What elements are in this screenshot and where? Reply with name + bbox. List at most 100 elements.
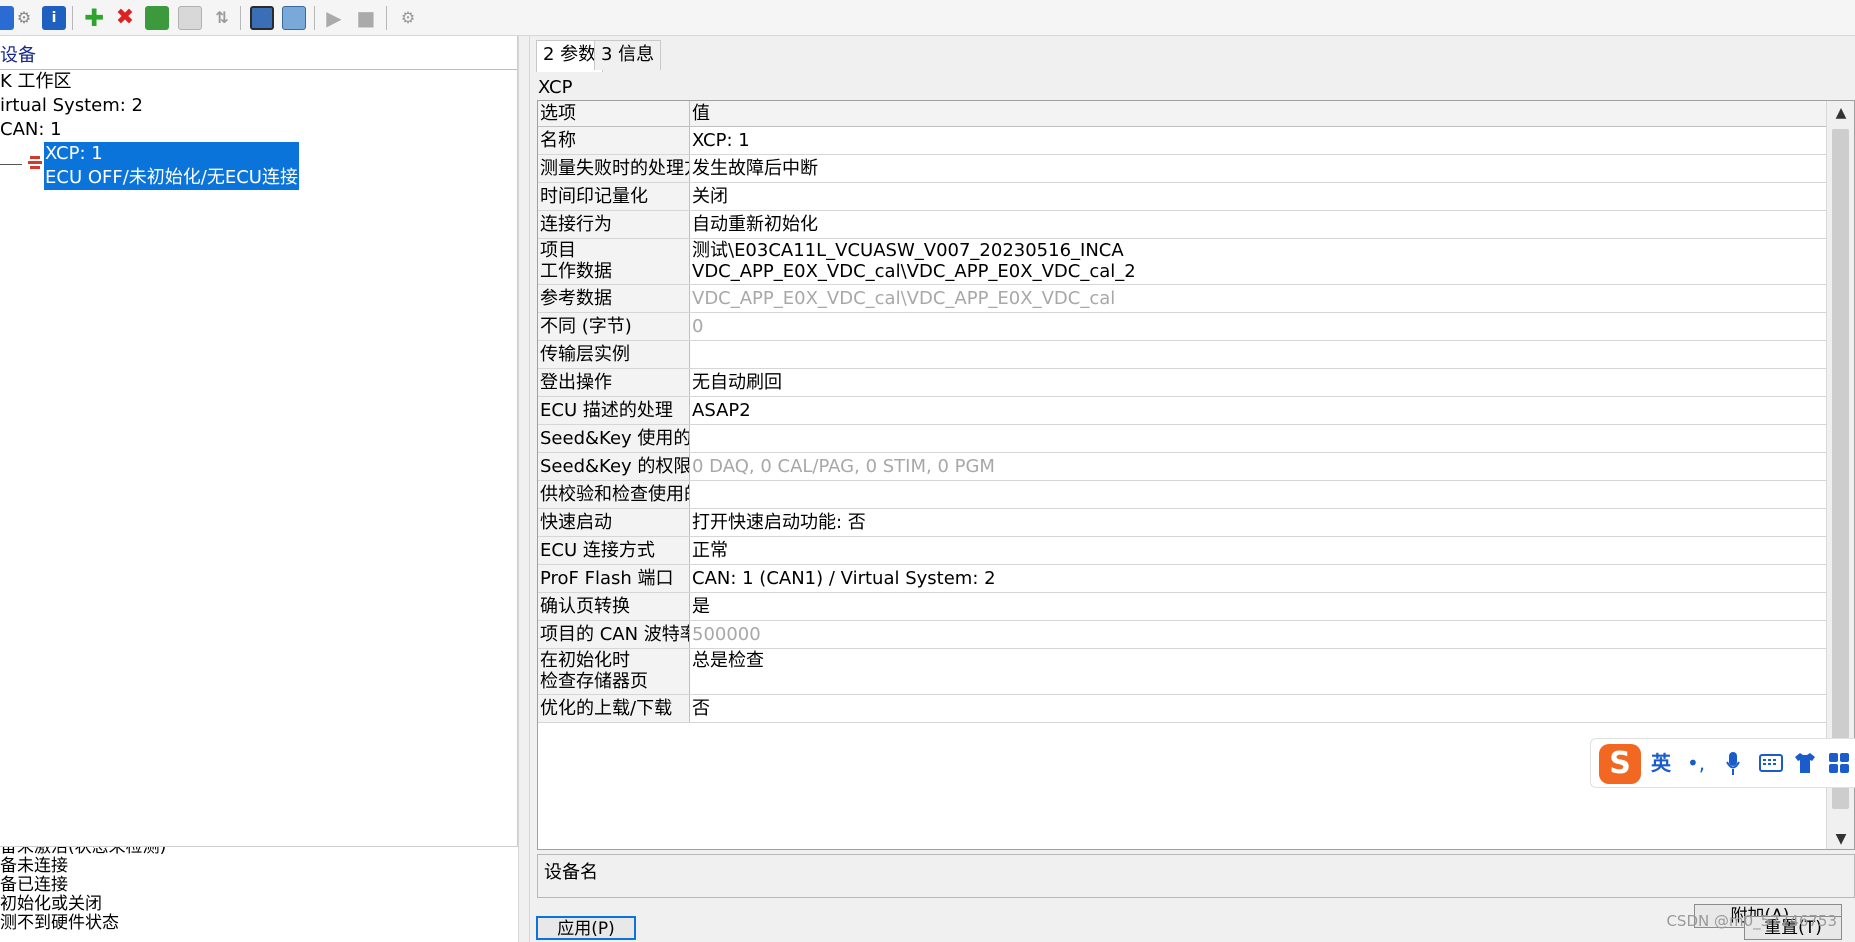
grid-row[interactable]: 登出操作 无自动刷回 bbox=[538, 369, 1826, 397]
value-confirm-page-switch[interactable]: 是 bbox=[691, 593, 1826, 620]
option-diff-bytes: 不同 (字节) bbox=[538, 313, 690, 340]
grid-row[interactable]: Seed&Key 使用的 bbox=[538, 425, 1826, 453]
disabled-module-icon[interactable] bbox=[178, 6, 202, 30]
info-icon[interactable]: i bbox=[42, 6, 66, 30]
workspace-icon[interactable] bbox=[250, 6, 274, 30]
add-icon[interactable]: ✚ bbox=[82, 6, 106, 30]
value-ecu-connection-mode[interactable]: 正常 bbox=[691, 537, 1826, 564]
option-seedkey-permissions: Seed&Key 的权限 bbox=[538, 453, 690, 480]
ime-punctuation-toggle[interactable]: •, bbox=[1687, 751, 1705, 775]
tab-info[interactable]: 3 信息 bbox=[594, 40, 662, 70]
tree-connector bbox=[0, 164, 22, 165]
play-icon[interactable]: ▶ bbox=[322, 6, 346, 30]
value-checksum[interactable] bbox=[691, 481, 1826, 508]
column-header-value[interactable]: 值 bbox=[690, 101, 1826, 127]
value-seedkey-usage[interactable] bbox=[691, 425, 1826, 452]
value-project-workdata[interactable]: 测试\E03CA11L_VCUASW_V007_20230516_INCA VD… bbox=[691, 239, 1826, 284]
value-prof-flash-port[interactable]: CAN: 1 (CAN1) / Virtual System: 2 bbox=[691, 565, 1826, 592]
panel-splitter[interactable] bbox=[518, 36, 530, 942]
network-icon[interactable]: ⚙ bbox=[12, 6, 36, 30]
grid-row[interactable]: Seed&Key 的权限 0 DAQ, 0 CAL/PAG, 0 STIM, 0… bbox=[538, 453, 1826, 481]
grid-row[interactable]: ProF Flash 端口 CAN: 1 (CAN1) / Virtual Sy… bbox=[538, 565, 1826, 593]
grid-row[interactable]: 测量失败时的处理方 发生故障后中断 bbox=[538, 155, 1826, 183]
tree-item-can[interactable]: CAN: 1 bbox=[0, 118, 62, 142]
keyboard-icon[interactable] bbox=[1759, 753, 1783, 773]
grid-row[interactable]: 在初始化时 检查存储器页 总是检查 bbox=[538, 649, 1826, 695]
grid-row[interactable]: 时间印记量化 关闭 bbox=[538, 183, 1826, 211]
option-logout: 登出操作 bbox=[538, 369, 690, 396]
value-timestamp[interactable]: 关闭 bbox=[691, 183, 1826, 210]
value-name[interactable]: XCP: 1 bbox=[691, 127, 1826, 154]
toolbox-grid-icon[interactable] bbox=[1827, 751, 1851, 775]
grid-row[interactable]: 优化的上载/下载 否 bbox=[538, 695, 1826, 723]
grid-row[interactable]: 项目 工作数据 测试\E03CA11L_VCUASW_V007_20230516… bbox=[538, 239, 1826, 285]
value-seedkey-permissions[interactable]: 0 DAQ, 0 CAL/PAG, 0 STIM, 0 PGM bbox=[691, 453, 1826, 480]
ime-language-toggle[interactable]: 英 bbox=[1651, 751, 1671, 775]
toolbar-separator bbox=[314, 6, 315, 30]
skin-shirt-icon[interactable] bbox=[1793, 751, 1817, 775]
grid-row[interactable]: 确认页转换 是 bbox=[538, 593, 1826, 621]
properties-panel: 2 参数 3 信息 XCP 选项 值 名称 XCP: 1 测量失败时的处理方 发… bbox=[530, 36, 1855, 942]
value-quick-start[interactable]: 打开快速启动功能: 否 bbox=[691, 509, 1826, 536]
microphone-icon[interactable] bbox=[1725, 751, 1741, 777]
hardware-icon[interactable] bbox=[282, 6, 306, 30]
value-init-check-memory[interactable]: 总是检查 bbox=[691, 649, 1826, 694]
scroll-thumb[interactable] bbox=[1832, 129, 1849, 809]
value-ecu-description[interactable]: ASAP2 bbox=[691, 397, 1826, 424]
value-can-baudrate[interactable]: 500000 bbox=[691, 621, 1826, 648]
scroll-up-icon[interactable]: ▲ bbox=[1827, 101, 1854, 125]
config-icon[interactable]: ⚙ bbox=[396, 6, 420, 30]
value-connect-behavior[interactable]: 自动重新初始化 bbox=[691, 211, 1826, 238]
tree-item-xcp-label: XCP: 1 bbox=[45, 143, 103, 164]
grid-row[interactable]: 连接行为 自动重新初始化 bbox=[538, 211, 1826, 239]
toolbar: ⚙ i ✚ ✖ ⇅ ▶ ■ ⚙ bbox=[0, 0, 1855, 36]
option-confirm-page-switch: 确认页转换 bbox=[538, 593, 690, 620]
tree-item-virtual-system[interactable]: irtual System: 2 bbox=[0, 94, 143, 118]
grid-row[interactable]: ECU 描述的处理 ASAP2 bbox=[538, 397, 1826, 425]
device-tree-panel: 设备 K 工作区 irtual System: 2 CAN: 1 XCP: 1 … bbox=[0, 36, 518, 846]
grid-header: 选项 值 bbox=[538, 101, 1826, 127]
toolbar-separator bbox=[72, 6, 73, 30]
sort-icon[interactable]: ⇅ bbox=[210, 6, 234, 30]
value-failure-handling[interactable]: 发生故障后中断 bbox=[691, 155, 1826, 182]
description-label: 设备名 bbox=[544, 862, 598, 883]
apply-button[interactable]: 应用(P) bbox=[536, 916, 636, 940]
grid-row[interactable]: 项目的 CAN 波特率 500000 bbox=[538, 621, 1826, 649]
value-logout[interactable]: 无自动刷回 bbox=[691, 369, 1826, 396]
stop-icon[interactable]: ■ bbox=[354, 6, 378, 30]
option-prof-flash-port: ProF Flash 端口 bbox=[538, 565, 690, 592]
option-timestamp: 时间印记量化 bbox=[538, 183, 690, 210]
option-name: 名称 bbox=[538, 127, 690, 154]
tree-item-xcp-selected[interactable]: XCP: 1 ECU OFF/未初始化/无ECU连接 bbox=[44, 142, 299, 190]
value-workdata: VDC_APP_E0X_VDC_cal\VDC_APP_E0X_VDC_cal_… bbox=[692, 261, 1136, 282]
watermark: CSDN @m0_57746753 bbox=[1666, 912, 1837, 930]
grid-row[interactable]: 名称 XCP: 1 bbox=[538, 127, 1826, 155]
column-header-option[interactable]: 选项 bbox=[538, 101, 690, 127]
module-icon[interactable] bbox=[145, 6, 169, 30]
value-transport-layer[interactable] bbox=[691, 341, 1826, 368]
grid-row[interactable]: 参考数据 VDC_APP_E0X_VDC_cal\VDC_APP_E0X_VDC… bbox=[538, 285, 1826, 313]
grid-row[interactable]: 传输层实例 bbox=[538, 341, 1826, 369]
delete-icon[interactable]: ✖ bbox=[113, 6, 137, 30]
option-transport-layer: 传输层实例 bbox=[538, 341, 690, 368]
tree-item-workspace[interactable]: K 工作区 bbox=[0, 70, 72, 94]
option-ecu-connection-mode: ECU 连接方式 bbox=[538, 537, 690, 564]
option-project: 项目 bbox=[540, 240, 576, 261]
value-reference-data[interactable]: VDC_APP_E0X_VDC_cal\VDC_APP_E0X_VDC_cal bbox=[691, 285, 1826, 312]
grid-row[interactable]: 不同 (字节) 0 bbox=[538, 313, 1826, 341]
grid-row[interactable]: ECU 连接方式 正常 bbox=[538, 537, 1826, 565]
sogou-logo-icon[interactable]: S bbox=[1599, 744, 1641, 784]
toolbar-separator bbox=[386, 6, 387, 30]
value-diff-bytes[interactable]: 0 bbox=[691, 313, 1826, 340]
option-reference-data: 参考数据 bbox=[538, 285, 690, 312]
scroll-down-icon[interactable]: ▼ bbox=[1827, 827, 1854, 849]
grid-row[interactable]: 供校验和检查使用的 bbox=[538, 481, 1826, 509]
grid-row[interactable]: 快速启动 打开快速启动功能: 否 bbox=[538, 509, 1826, 537]
option-checksum: 供校验和检查使用的 bbox=[538, 481, 690, 508]
legend-connected: 备已连接 bbox=[0, 875, 68, 895]
option-init-check-memory: 在初始化时 检查存储器页 bbox=[538, 649, 690, 694]
ime-toolbar: S 英 •, bbox=[1590, 738, 1855, 788]
value-optimized-upload[interactable]: 否 bbox=[691, 695, 1826, 722]
status-legend: 备未激活(状态未检测) 备未连接 备已连接 初始化或关闭 测不到硬件状态 bbox=[0, 846, 518, 942]
legend-uninitialized: 初始化或关闭 bbox=[0, 894, 102, 914]
